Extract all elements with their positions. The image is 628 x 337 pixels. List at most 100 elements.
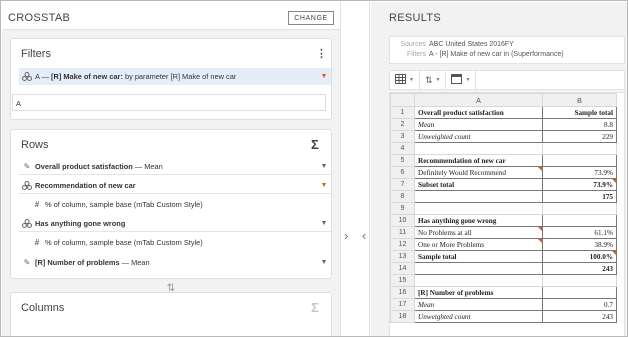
row-variable-recommendation[interactable]: Recommendation of new car ▼ <box>19 177 331 194</box>
table-row: 14 243 <box>390 262 617 275</box>
row-funnel-icon[interactable]: ▼ <box>317 259 331 266</box>
cell-b[interactable]: 73.9% <box>542 178 617 191</box>
cell-a[interactable]: Mean <box>414 298 543 311</box>
row-number[interactable]: 13 <box>390 250 415 263</box>
filters-menu-icon[interactable]: ⋮ <box>316 49 327 60</box>
cell-b[interactable]: 229 <box>542 130 617 143</box>
filter-funnel-icon[interactable]: ▼ <box>317 73 331 80</box>
row-funnel-icon[interactable]: ▼ <box>317 182 331 189</box>
column-header-a[interactable]: A <box>414 93 543 107</box>
row-number[interactable]: 14 <box>390 262 415 275</box>
cell-b[interactable] <box>542 274 617 287</box>
cell-b[interactable]: 175 <box>542 190 617 203</box>
cell-a[interactable]: Has anything gone wrong <box>414 214 543 227</box>
row-variable-satisfaction[interactable]: ✎ Overall product satisfaction — Mean ▼ <box>19 158 331 175</box>
cell-b[interactable] <box>542 202 617 215</box>
row-number[interactable]: 18 <box>390 310 415 323</box>
cell-a[interactable]: Subset total <box>414 178 543 191</box>
table-view-dropdown[interactable]: ▼ <box>390 71 420 89</box>
row-number[interactable]: 11 <box>390 226 415 239</box>
row-number[interactable]: 5 <box>390 154 415 167</box>
collapse-right-arrow-icon[interactable]: › <box>344 228 348 243</box>
columns-summary-sigma-icon[interactable]: Σ <box>311 300 319 315</box>
row-statistic-label: % of column, sample base (mTab Custom St… <box>45 238 203 247</box>
row-statistic-percent[interactable]: # % of column, sample base (mTab Custom … <box>19 196 331 213</box>
cell-b[interactable]: 38.9% <box>542 238 617 251</box>
cell-b[interactable] <box>542 214 617 227</box>
column-header-row: A B <box>390 93 617 107</box>
cell-a[interactable]: One or More Problems <box>414 238 543 251</box>
table-row: 6 Definitely Would Recommend 73.9% <box>390 166 617 179</box>
row-number[interactable]: 10 <box>390 214 415 227</box>
sort-icon: ⇅ <box>424 74 433 85</box>
row-number[interactable]: 17 <box>390 298 415 311</box>
columns-card: Columns Σ <box>10 292 332 336</box>
row-number[interactable]: 2 <box>390 118 415 131</box>
table-row: 9 <box>390 202 617 215</box>
cell-b[interactable]: 61.1% <box>542 226 617 239</box>
cell-b[interactable]: 100.0% <box>542 250 617 263</box>
row-funnel-icon[interactable]: ▼ <box>317 163 331 170</box>
cell-a[interactable]: Recommendation of new car <box>414 154 543 167</box>
row-number[interactable]: 9 <box>390 202 415 215</box>
cell-a[interactable]: No Problems at all <box>414 226 543 239</box>
panel-divider: › ‹ <box>340 2 370 336</box>
cell-a[interactable]: Definitely Would Recommend <box>414 166 543 179</box>
results-panel: RESULTS Sources ABC United States 2016FY … <box>371 2 627 336</box>
cell-a[interactable]: Unweighted count <box>414 130 543 143</box>
table-row: 11 No Problems at all 61.1% <box>390 226 617 239</box>
change-button[interactable]: CHANGE <box>288 11 334 25</box>
cell-b[interactable]: 8.8 <box>542 118 617 131</box>
chevron-down-icon: ▼ <box>435 77 441 83</box>
cell-b[interactable]: 243 <box>542 310 617 323</box>
variable-group-icon <box>19 177 35 194</box>
row-number[interactable]: 15 <box>390 274 415 287</box>
cell-b[interactable] <box>542 142 617 155</box>
cell-b[interactable] <box>542 286 617 299</box>
collapse-left-arrow-icon[interactable]: ‹ <box>362 228 366 243</box>
row-statistic-percent[interactable]: # % of column, sample base (mTab Custom … <box>19 234 331 251</box>
row-number[interactable]: 16 <box>390 286 415 299</box>
cell-b[interactable]: 0.7 <box>542 298 617 311</box>
row-number[interactable]: 4 <box>390 142 415 155</box>
cell-b[interactable]: Sample total <box>542 106 617 119</box>
sort-dropdown[interactable]: ⇅ ▼ <box>420 71 447 89</box>
row-number[interactable]: 6 <box>390 166 415 179</box>
cell-a[interactable]: [R] Number of problems <box>414 286 543 299</box>
cell-a[interactable] <box>414 190 543 203</box>
results-spreadsheet[interactable]: A B 1 Overall product satisfaction Sample … <box>389 92 625 336</box>
row-number[interactable]: 3 <box>390 130 415 143</box>
row-variable-anything-wrong[interactable]: Has anything gone wrong ▼ <box>19 215 331 232</box>
row-funnel-icon[interactable]: ▼ <box>317 220 331 227</box>
table-row: 17 Mean 0.7 <box>390 298 617 311</box>
cell-a[interactable]: Mean <box>414 118 543 131</box>
crosstab-title: CROSSTAB <box>8 12 71 24</box>
filter-item[interactable]: A — [R] Make of new car: by parameter [R… <box>19 68 331 85</box>
row-variable-number-problems[interactable]: ✎ [R] Number of problems — Mean ▼ <box>19 254 331 271</box>
cell-a[interactable]: Unweighted count <box>414 310 543 323</box>
cell-b[interactable]: 243 <box>542 262 617 275</box>
table-row: 16 [R] Number of problems <box>390 286 617 299</box>
filter-item-label: A — [R] Make of new car: by parameter [R… <box>35 72 237 81</box>
cell-a[interactable]: Overall product satisfaction <box>414 106 543 119</box>
pencil-icon: ✎ <box>23 161 31 171</box>
corner-cell[interactable] <box>390 93 415 107</box>
row-number[interactable]: 8 <box>390 190 415 203</box>
row-number[interactable]: 1 <box>390 106 415 119</box>
column-header-b[interactable]: B <box>542 93 617 107</box>
cell-b[interactable]: 73.9% <box>542 166 617 179</box>
filter-expression-input[interactable]: A <box>12 94 326 111</box>
pencil-icon: ✎ <box>23 258 31 267</box>
row-number[interactable]: 7 <box>390 178 415 191</box>
rows-summary-sigma-icon[interactable]: Σ <box>311 137 319 152</box>
cell-a[interactable] <box>414 142 543 155</box>
cell-a[interactable]: Sample total <box>414 250 543 263</box>
row-number[interactable]: 12 <box>390 238 415 251</box>
sources-value: ABC United States 2016FY <box>429 41 514 48</box>
cell-a[interactable] <box>414 202 543 215</box>
layout-dropdown[interactable]: ▼ <box>446 71 477 89</box>
cell-a[interactable] <box>414 274 543 287</box>
cell-a[interactable] <box>414 262 543 275</box>
cell-b[interactable] <box>542 154 617 167</box>
row-variable-label: Has anything gone wrong <box>35 218 126 228</box>
